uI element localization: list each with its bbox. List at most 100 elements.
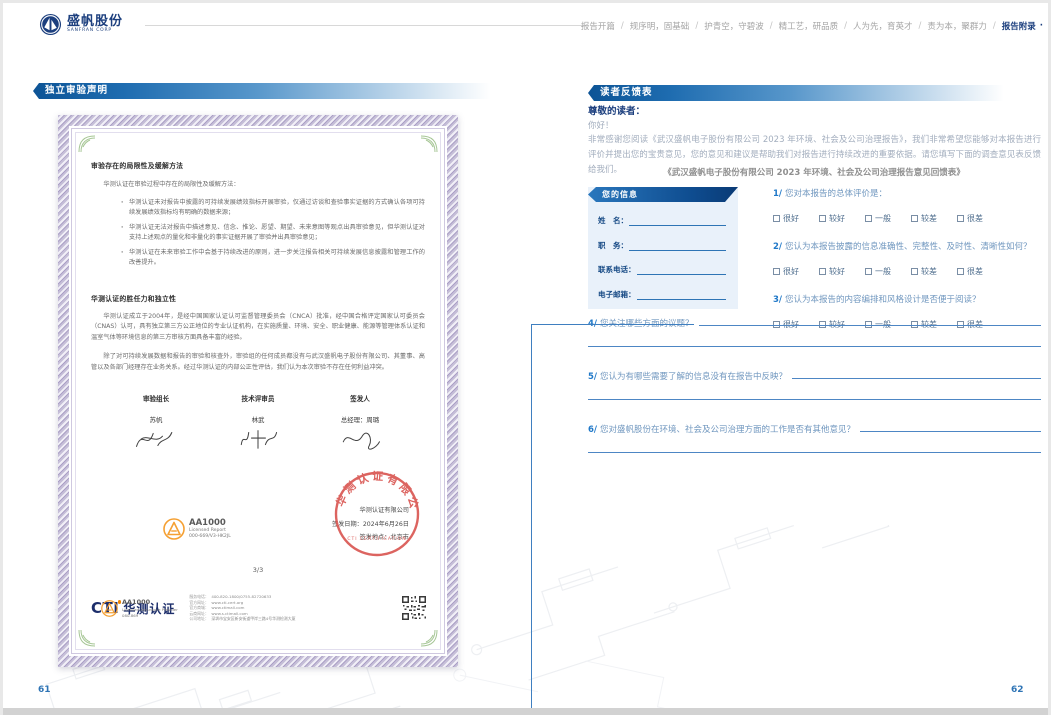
competence-paragraphs: 华测认证成立于2004年，是经中国国家认证认可监督管理委员会（CNCA）批准，经… — [91, 312, 425, 374]
answer-line-2 — [588, 452, 1041, 453]
decorative-frame-left — [531, 324, 532, 714]
qr-code-icon — [401, 595, 427, 621]
sail-icon — [39, 13, 62, 36]
question-number: 5/ — [588, 372, 597, 382]
question-text: 2/您认为本报告披露的信息准确性、完整性、及时性、清晰性如何？ — [773, 241, 1043, 253]
question-number: 6/ — [588, 425, 597, 435]
question-label: 您认为本报告的内容编排和风格设计是否便于阅读？ — [785, 295, 981, 305]
svg-text:CTI CERTIFICATION: CTI CERTIFICATION — [347, 536, 406, 542]
question-number: 1/ — [773, 189, 782, 199]
limitations-intro: 华测认证在审验过程中存在的局限性及缓解方法： — [91, 180, 425, 191]
limitation-bullet: 华测认证在未来审验工作中会基于持续改进的原则，进一步关注报告相关可持续发展信息披… — [121, 248, 425, 269]
signature-column: 签发人总经理：周璐 — [309, 393, 411, 456]
logo-name: 盛帆股份 — [67, 15, 123, 28]
rating-option: 较好 — [819, 266, 845, 277]
signature-role: 签发人 — [309, 393, 411, 403]
right-page-title: 读者反馈表 — [588, 85, 1040, 101]
seal-zone: AA1000 Licensed Report 000-669/V3-HK2JL … — [91, 462, 425, 580]
question-text: 3/您认为本报告的内容编排和风格设计是否便于阅读？ — [773, 294, 1043, 306]
checkbox-icon — [911, 215, 918, 222]
aa1000-badge-icon — [163, 518, 185, 540]
nav-item-4[interactable]: 精工艺，研品质 — [779, 20, 839, 32]
nav-item-5[interactable]: 人为先，育英才 — [853, 20, 913, 32]
rating-option-label: 一般 — [875, 266, 891, 277]
rating-option-label: 较好 — [829, 266, 845, 277]
nav-item-2[interactable]: 规序明，固基础 — [630, 20, 690, 32]
signature-column: 审验组长苏帆 — [105, 393, 207, 456]
question-label: 您认为有哪些需要了解的信息没有在报告中反映？ — [600, 372, 787, 382]
contact-row: 公司地址：深圳市宝安区新安街道甲岸三路4号华测检测大厦 — [189, 616, 297, 622]
info-field-label: 姓 名： — [598, 215, 628, 226]
rating-question: 1/您对本报告的总体评价是：很好较好一般较差很差 — [773, 188, 1043, 226]
nav-suffix-dot: · — [1040, 21, 1043, 31]
question-text: 5/您认为有哪些需要了解的信息没有在报告中反映？ — [588, 370, 787, 382]
page-bottom-edge — [3, 708, 1048, 715]
aa1000-provider-title: AA1000 — [122, 598, 178, 607]
checkbox-icon — [957, 268, 964, 275]
nav-separator: / — [621, 21, 624, 31]
aa1000-line2: 000-669/V3-HK2JL — [189, 534, 231, 540]
aa1000-provider-line2: 080-869 — [122, 613, 178, 619]
nav-item-6[interactable]: 责为本，聚群力 — [927, 20, 987, 32]
nav-item-1[interactable]: 报告开篇 — [581, 20, 615, 32]
nav-item-7[interactable]: 报告附录 — [1002, 20, 1036, 32]
rating-option-label: 很好 — [783, 266, 799, 277]
decorative-frame-top — [531, 324, 694, 325]
info-field: 姓 名： — [598, 215, 726, 226]
left-page-title: 独立审验声明 — [33, 83, 530, 99]
aa1000-title: AA1000 — [189, 519, 231, 528]
checkbox-icon — [865, 215, 872, 222]
info-field-label: 电子邮箱： — [598, 289, 636, 300]
rating-question: 2/您认为本报告披露的信息准确性、完整性、及时性、清晰性如何？很好较好一般较差很… — [773, 241, 1043, 279]
rating-options: 很好 较好 一般 较差 很差 — [773, 260, 1043, 279]
info-field-input-line — [637, 267, 727, 275]
rating-option: 较差 — [911, 213, 937, 224]
checkbox-icon — [957, 215, 964, 222]
rating-option-label: 很好 — [783, 213, 799, 224]
checkbox-icon — [819, 268, 826, 275]
assurance-certificate: 审验存在的局限性及缓解方法 华测认证在审验过程中存在的局限性及缓解方法： 华测认… — [58, 115, 458, 667]
nav-item-3[interactable]: 护青空，守碧波 — [704, 20, 764, 32]
handwritten-signature — [131, 426, 181, 452]
rating-option: 很差 — [957, 266, 983, 277]
info-field-input-line — [629, 218, 726, 226]
question-label: 您对盛帆股份在环境、社会及公司治理方面的工作是否有其他意见？ — [600, 425, 855, 435]
info-field-label: 职 务： — [598, 240, 628, 251]
rating-option: 较好 — [819, 213, 845, 224]
signature-column: 技术评审员林武 — [207, 393, 309, 456]
open-question-row: 6/您对盛帆股份在环境、社会及公司治理方面的工作是否有其他意见？ — [588, 423, 1041, 435]
contact-label: 公司地址： — [189, 616, 211, 622]
info-field-input-line — [637, 292, 727, 300]
open-question: 6/您对盛帆股份在环境、社会及公司治理方面的工作是否有其他意见？ — [588, 423, 1041, 453]
aa1000-report-badge: AA1000 Licensed Report 000-669/V3-HK2JL — [163, 518, 231, 540]
open-question-row: 4/您关注哪些方面的议题？ — [588, 317, 1041, 329]
right-page-number: 62 — [1011, 685, 1024, 695]
open-questions: 4/您关注哪些方面的议题？ 5/您认为有哪些需要了解的信息没有在报告中反映？ 6/您… — [588, 317, 1041, 476]
answer-line — [860, 423, 1041, 432]
aa1000-provider-line1: Licensed Assurance Provider — [122, 607, 178, 613]
checkbox-icon — [773, 215, 780, 222]
answer-line — [699, 317, 1041, 326]
aa1000-badge-icon — [101, 600, 118, 617]
question-label: 您对本报告的总体评价是： — [785, 189, 887, 199]
rating-option-label: 较差 — [921, 266, 937, 277]
rating-option-label: 较差 — [921, 213, 937, 224]
info-field-input-line — [629, 243, 726, 251]
rating-option: 很差 — [957, 213, 983, 224]
signature-name: 林武 — [207, 415, 309, 424]
handwritten-signature — [233, 426, 283, 452]
signature-name: 总经理：周璐 — [309, 415, 411, 424]
question-number: 2/ — [773, 242, 782, 252]
greeting: 你好！ — [588, 119, 614, 131]
limitation-bullet: 华测认证未对报告中披露的可持续发展绩效指标开展审验，仅通过访谈和查验事实证据的方… — [121, 198, 425, 219]
signature-name: 苏帆 — [105, 415, 207, 424]
question-text: 6/您对盛帆股份在环境、社会及公司治理方面的工作是否有其他意见？ — [588, 423, 855, 435]
answer-line-2 — [588, 346, 1041, 347]
open-question-row: 5/您认为有哪些需要了解的信息没有在报告中反映？ — [588, 370, 1041, 382]
info-fields: 姓 名：职 务：联系电话：电子邮箱： — [588, 202, 738, 300]
company-logo: 盛帆股份 SANFRAN CORP — [39, 13, 123, 36]
checkbox-icon — [865, 268, 872, 275]
competence-heading: 华测认证的胜任力和独立性 — [91, 293, 425, 303]
cti-contact-block: 服务电话：400-820-1800/0755-82720633官方网址：www.… — [189, 594, 297, 622]
limitation-bullet: 华测认证无法对报告中描述意见、信念、推论、愿望、期望、未来意图等观点出具审验意见… — [121, 223, 425, 244]
